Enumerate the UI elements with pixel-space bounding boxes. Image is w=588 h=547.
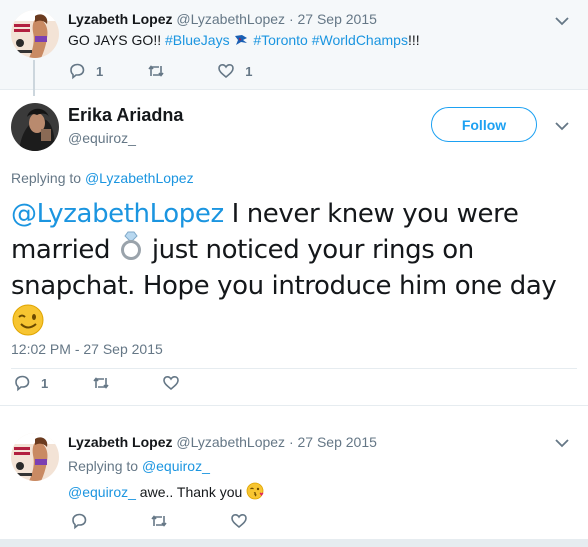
retweet-icon [93,377,109,389]
hashtag-bluejays[interactable]: #BlueJays [165,32,230,48]
parent-avatar[interactable] [11,10,59,58]
chevron-down-icon[interactable] [555,16,569,26]
divider [0,405,588,406]
reply-header: Lyzabeth Lopez @LyzabethLopez · 27 Sep 2… [68,434,377,450]
kiss-emoji [246,482,264,500]
follow-button[interactable]: Follow [431,107,537,142]
parent-date[interactable]: · 27 Sep 2015 [289,11,377,27]
reply-text: awe.. Thank you [135,484,247,500]
like-button[interactable] [230,512,248,530]
reply-actions [70,512,292,530]
reply-icon [15,375,30,392]
like-button[interactable] [162,374,180,392]
reply-button[interactable] [70,512,88,530]
hashtag-worldchamps[interactable]: #WorldChamps [312,32,408,48]
like-icon [218,63,235,79]
wink-emoji [11,303,45,346]
chevron-down-icon[interactable] [555,438,569,448]
reply-date[interactable]: · 27 Sep 2015 [289,434,377,450]
parent-text-end: !!! [407,32,420,48]
canada-flag-icon [235,35,248,45]
reply-replying-to: Replying to @equiroz_ [68,458,210,474]
parent-actions: 1 1 [68,62,296,80]
reply-author-handle[interactable]: @LyzabethLopez [176,434,285,450]
hashtag-toronto[interactable]: #Toronto [253,32,307,48]
like-icon [231,513,247,529]
thread-line [33,60,35,96]
focused-author-name[interactable]: Erika Ariadna [68,105,183,126]
like-button[interactable]: 1 [217,62,252,80]
focused-tweet-text: @LyzabethLopez I never knew you were mar… [11,198,576,346]
parent-tweet[interactable]: Lyzabeth Lopez @LyzabethLopez · 27 Sep 2… [0,0,588,96]
parent-tweet-text: GO JAYS GO!! #BlueJays #Toronto #WorldCh… [68,32,420,48]
parent-author-handle[interactable]: @LyzabethLopez [176,11,285,27]
focused-author-handle[interactable]: @equiroz_ [68,130,136,146]
reply-tweet-text: @equiroz_ awe.. Thank you [68,482,264,500]
like-count: 1 [245,63,253,79]
replying-prefix: Replying to [11,170,82,186]
reply-author-name[interactable]: Lyzabeth Lopez [68,434,173,450]
retweet-icon [151,515,167,527]
replying-handle-link[interactable]: @LyzabethLopez [85,170,194,186]
ring-emoji [118,231,144,270]
parent-author-name[interactable]: Lyzabeth Lopez [68,11,173,27]
retweet-icon [148,65,164,77]
reply-count: 1 [96,63,104,79]
bottom-separator [0,539,588,547]
retweet-button[interactable] [150,512,168,530]
parent-text-plain: GO JAYS GO!! [68,32,165,48]
divider [11,368,577,369]
reply-icon [70,63,85,80]
reply-count: 1 [41,375,49,391]
retweet-button[interactable] [92,374,110,392]
chevron-down-icon[interactable] [555,121,569,131]
parent-header: Lyzabeth Lopez @LyzabethLopez · 27 Sep 2… [68,11,377,27]
retweet-button[interactable] [147,62,165,80]
focused-timestamp[interactable]: 12:02 PM - 27 Sep 2015 [11,341,163,357]
reply-avatar[interactable] [11,433,59,481]
focused-actions: 1 [13,374,224,392]
focused-replying-to: Replying to @LyzabethLopez [11,170,194,186]
mention-link[interactable]: @equiroz_ [68,484,136,500]
like-icon [163,375,180,391]
reply-icon [72,513,87,530]
replying-handle-link[interactable]: @equiroz_ [142,458,210,474]
reply-button[interactable]: 1 [13,374,48,392]
replying-prefix: Replying to [68,458,139,474]
reply-button[interactable]: 1 [68,62,103,80]
focused-avatar[interactable] [11,103,59,151]
mention-link[interactable]: @LyzabethLopez [11,199,224,229]
